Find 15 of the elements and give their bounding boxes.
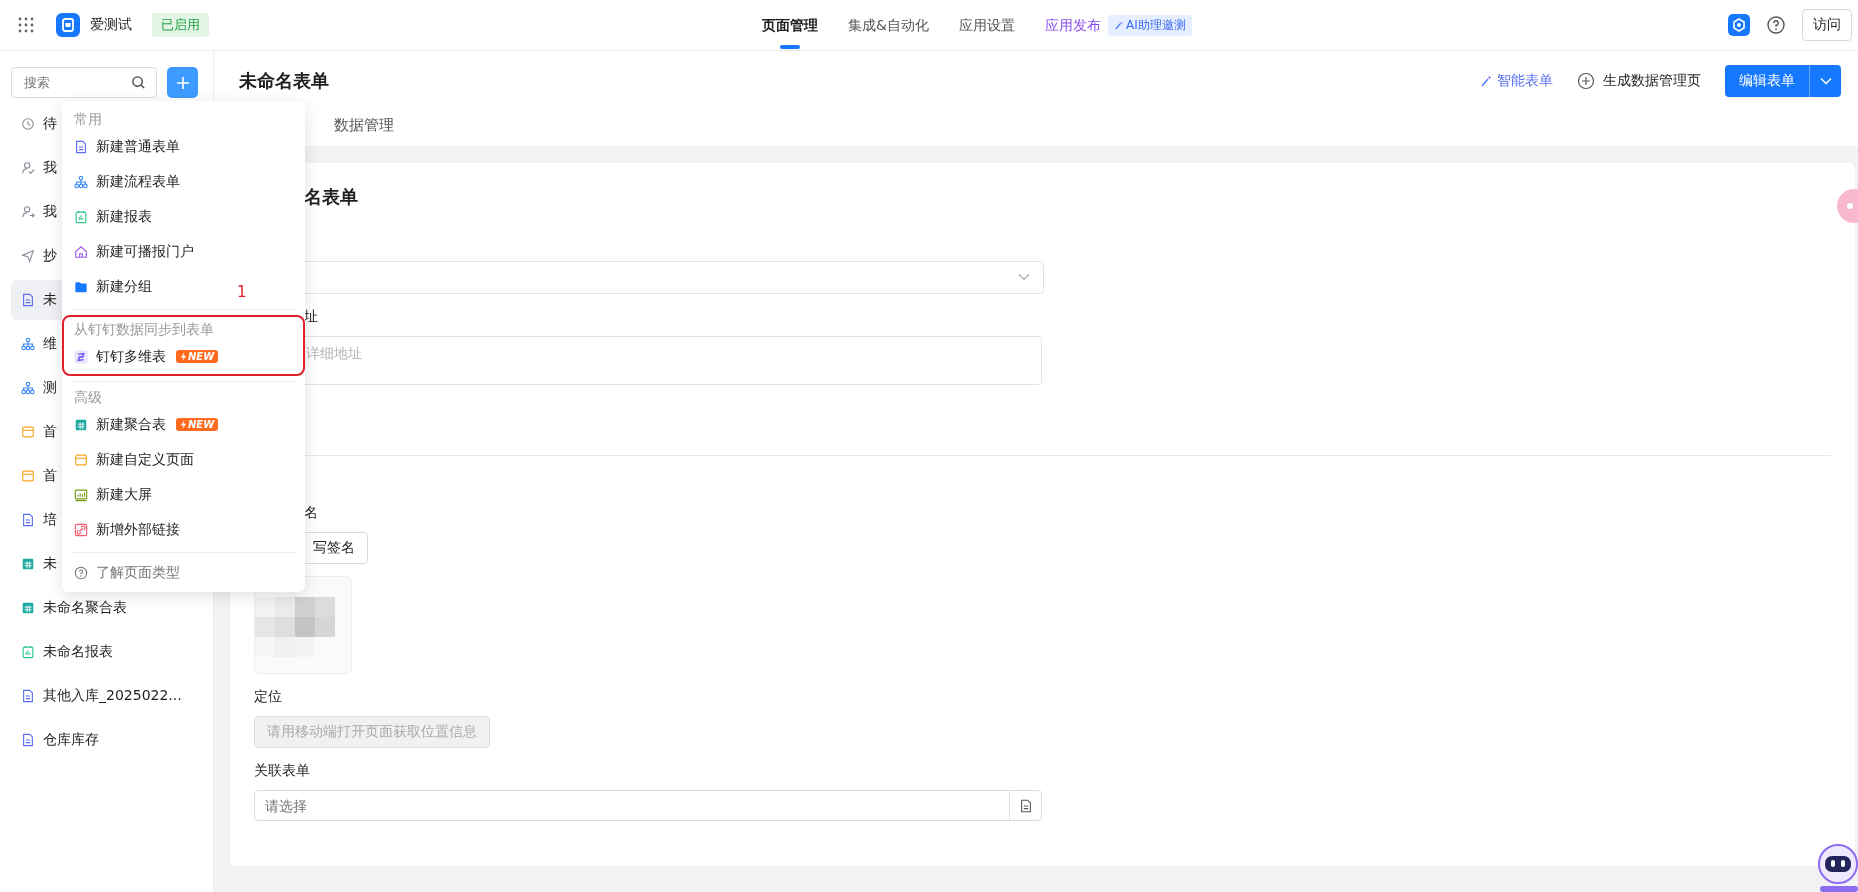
new-badge: NEW — [176, 350, 219, 363]
field-label: 名 — [303, 504, 319, 522]
field-label: 址 — [303, 308, 319, 326]
annotation-number: 1 — [237, 283, 247, 301]
page-title: 未命名表单 — [239, 69, 329, 93]
menu-section-heading: 高级 — [73, 388, 103, 407]
app-name: 爱测试 — [90, 16, 132, 34]
status-badge: 已启用 — [152, 13, 209, 37]
menu-section-heading: 常用 — [73, 110, 103, 129]
field-label: 定位 — [254, 688, 283, 706]
form-heading: 名表单 — [303, 185, 359, 209]
new-badge: NEW — [176, 418, 219, 431]
menu-section-heading: 从钉钉数据同步到表单 — [73, 320, 215, 339]
field-label: 关联表单 — [254, 762, 311, 780]
placeholder-text: 详细地址 — [305, 345, 362, 361]
